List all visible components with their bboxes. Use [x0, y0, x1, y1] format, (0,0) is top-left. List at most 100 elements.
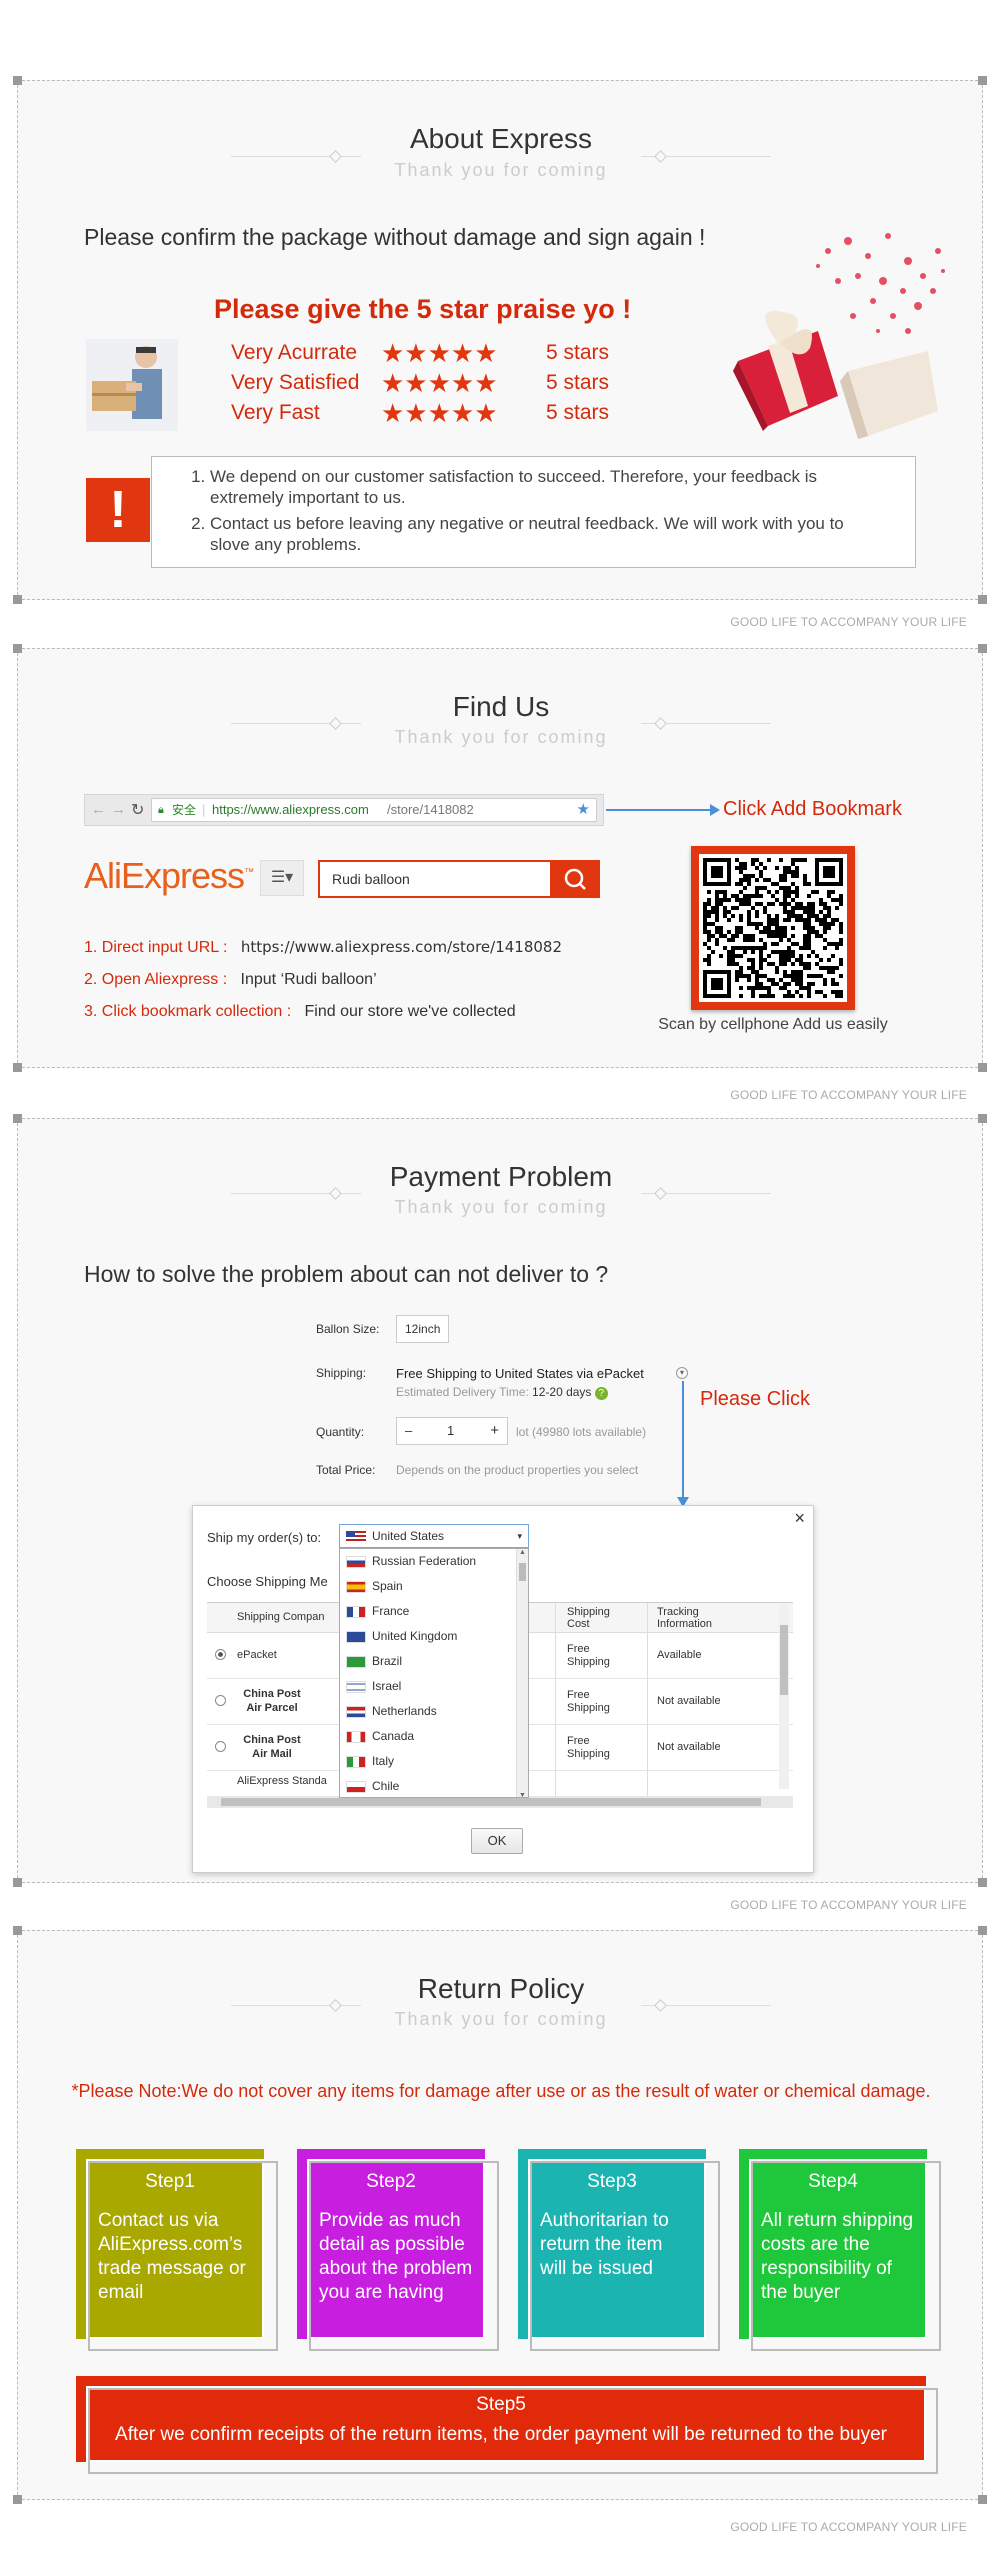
step5-box: Step5 After we confirm receipts of the r…: [76, 2376, 938, 2474]
shipping-radio[interactable]: [215, 1741, 226, 1752]
corner-marker: [13, 1878, 22, 1887]
country-option[interactable]: Canada: [340, 1724, 515, 1749]
step-body: All return shipping costs are the respon…: [761, 2210, 914, 2303]
bookmark-arrow-head: [710, 804, 720, 816]
shipping-radio[interactable]: [215, 1695, 226, 1706]
rating-label: Very Fast: [231, 401, 320, 424]
payment-problem-panel: Payment Problem Thank you for coming How…: [13, 1114, 987, 1887]
find-step-value: Find our store we've collected: [304, 1003, 516, 1020]
table-header-cell: Shipping Cost: [567, 1606, 610, 1630]
shipping-label: Shipping:: [316, 1366, 367, 1380]
bookmark-callout: Click Add Bookmark: [723, 798, 902, 820]
country-option[interactable]: Russian Federation: [340, 1549, 515, 1574]
country-option[interactable]: Brazil: [340, 1649, 515, 1674]
table-cell: Free Shipping: [567, 1689, 610, 1714]
find-step-label: 2. Open Aliexpress :: [84, 971, 228, 988]
find-step-label: 3. Click bookmark collection :: [84, 1003, 292, 1020]
country-option[interactable]: Spain: [340, 1574, 515, 1599]
reload-icon[interactable]: ↻: [131, 800, 144, 820]
quantity-value[interactable]: 1: [447, 1418, 454, 1444]
damage-note: *Please Note:We do not cover any items f…: [71, 2081, 931, 2101]
scrollbar-thumb[interactable]: [519, 1563, 526, 1581]
quantity-minus-button[interactable]: –: [405, 1418, 412, 1444]
table-cell: Not available: [657, 1695, 721, 1707]
logo-text: AliExpress: [84, 855, 245, 896]
table-cell: China Post Air Parcel: [243, 1688, 301, 1714]
quantity-plus-button[interactable]: +: [490, 1418, 499, 1444]
corner-marker: [13, 2495, 22, 2504]
star-icon: ★★★★★: [381, 338, 498, 368]
url-separator: |: [202, 802, 206, 817]
step5-title: Step5: [476, 2394, 526, 2415]
table-cell: Free Shipping: [567, 1735, 610, 1760]
country-name: Brazil: [372, 1654, 403, 1668]
column-divider: [555, 1603, 556, 1796]
selected-country: United States: [372, 1529, 445, 1543]
bookmark-star-icon[interactable]: ★: [577, 799, 590, 821]
country-option[interactable]: France: [340, 1599, 515, 1624]
country-option[interactable]: Israel: [340, 1674, 515, 1699]
country-option[interactable]: Chile: [340, 1774, 515, 1797]
return-policy-panel: Return Policy Thank you for coming *Plea…: [13, 1926, 987, 2504]
store-search-input[interactable]: Rudi balloon: [318, 860, 550, 898]
country-flag-icon: [346, 1780, 366, 1793]
country-flag-icon: [346, 1705, 366, 1718]
country-flag-icon: [346, 1630, 366, 1643]
country-option[interactable]: United Kingdom: [340, 1624, 515, 1649]
vertical-scrollbar[interactable]: [779, 1605, 789, 1789]
quantity-note: lot (49980 lots available): [516, 1425, 647, 1439]
help-icon[interactable]: ?: [594, 1387, 608, 1400]
forward-arrow-icon[interactable]: →: [111, 801, 126, 818]
country-flag-icon: [346, 1655, 366, 1668]
feedback-note: Contact us before leaving any negative o…: [210, 513, 885, 555]
step-title: Step2: [366, 2171, 416, 2192]
footer-tagline: GOOD LIFE TO ACCOMPANY YOUR LIFE: [730, 2520, 967, 2534]
delivery-time-row: Estimated Delivery Time: 12-20 days ?: [396, 1385, 608, 1400]
back-arrow-icon[interactable]: ←: [91, 801, 106, 818]
url-field[interactable]: 🔒︎ 安全 | https://www.aliexpress.com /stor…: [151, 798, 597, 822]
scroll-down-icon[interactable]: ▼: [519, 1792, 526, 1797]
rating-label: Very Acurrate: [231, 341, 358, 364]
delivery-question: How to solve the problem about can not d…: [84, 1261, 609, 1287]
country-name: Spain: [372, 1579, 403, 1593]
category-menu-button[interactable]: ☰▾: [260, 860, 304, 896]
footer-tagline: GOOD LIFE TO ACCOMPANY YOUR LIFE: [730, 615, 967, 629]
corner-marker: [13, 644, 22, 653]
step-title: Step3: [587, 2171, 637, 2192]
step-title: Step4: [808, 2171, 858, 2192]
scrollbar-thumb[interactable]: [221, 1798, 761, 1806]
shipping-dropdown-icon[interactable]: ▾: [676, 1367, 688, 1379]
dialog-close-icon[interactable]: ×: [794, 1508, 805, 1529]
section-subtitle: Thank you for coming: [394, 1197, 608, 1217]
dropdown-scrollbar[interactable]: ▲ ▼: [516, 1549, 528, 1797]
lock-icon: 🔒︎: [158, 804, 164, 816]
country-name: United Kingdom: [372, 1629, 458, 1643]
country-option[interactable]: Italy: [340, 1749, 515, 1774]
corner-marker: [978, 1063, 987, 1072]
step-body: Contact us via AliExpress.com’s trade me…: [98, 2210, 246, 2303]
search-button[interactable]: [550, 860, 600, 898]
shipping-method-link[interactable]: Free Shipping to United States via ePack…: [396, 1366, 644, 1381]
ship-to-label: Ship my order(s) to:: [207, 1530, 322, 1545]
section-title: About Express: [409, 123, 593, 154]
logo-tm: ™: [244, 867, 254, 878]
corner-marker: [13, 1114, 22, 1123]
scrollbar-thumb[interactable]: [780, 1625, 788, 1695]
step-title: Step1: [145, 2171, 195, 2192]
ok-button[interactable]: OK: [471, 1828, 523, 1854]
url-path: /store/1418082: [387, 802, 474, 817]
rating-row: Very Satisfied ★★★★★ 5 stars: [231, 370, 631, 401]
country-select[interactable]: United States ▾: [339, 1524, 529, 1548]
table-cell: Available: [657, 1649, 702, 1661]
quantity-stepper[interactable]: – 1 +: [396, 1417, 508, 1445]
corner-marker: [978, 1926, 987, 1935]
country-dropdown-list[interactable]: Russian Federation Spain France United King…: [339, 1548, 529, 1798]
table-cell: Not available: [657, 1741, 721, 1753]
rating-label: Very Satisfied: [231, 371, 360, 394]
country-option[interactable]: Netherlands: [340, 1699, 515, 1724]
country-options: Russian Federation Spain France United King…: [340, 1549, 515, 1797]
scroll-up-icon[interactable]: ▲: [519, 1549, 526, 1556]
ballon-size-option[interactable]: 12inch: [396, 1315, 450, 1343]
find-step: 2. Open Aliexpress : Input ‘Rudi balloon…: [84, 964, 562, 996]
shipping-radio[interactable]: [215, 1649, 226, 1660]
